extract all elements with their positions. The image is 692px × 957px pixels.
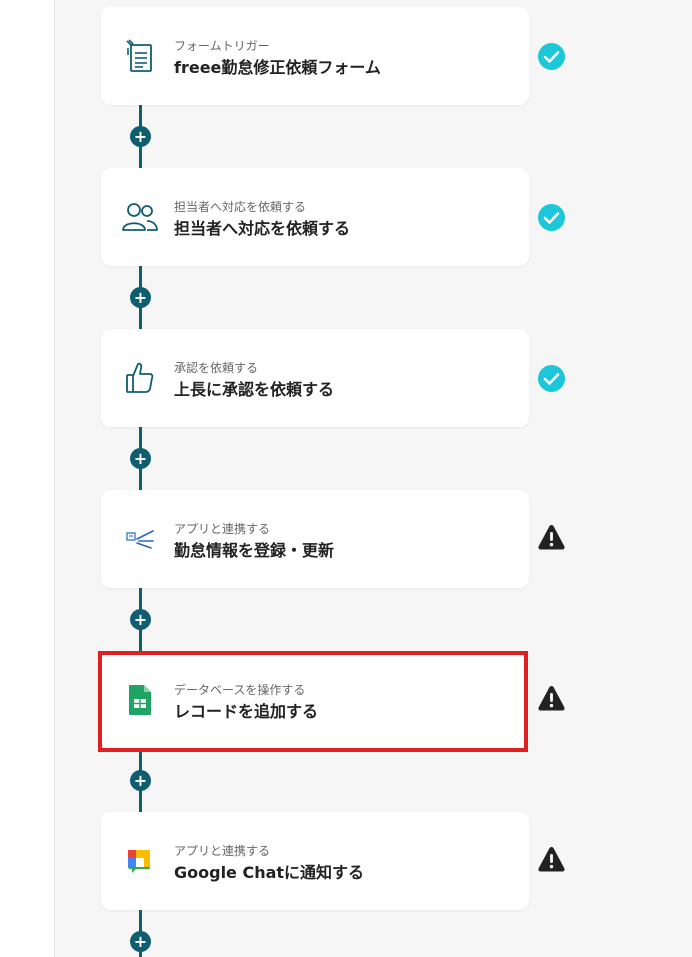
step-card-approval[interactable]: 承認を依頼する 上長に承認を依頼する bbox=[101, 329, 529, 427]
step-title: freee勤怠修正依頼フォーム bbox=[174, 58, 381, 77]
freee-logo-icon bbox=[121, 522, 159, 556]
people-icon bbox=[121, 200, 159, 234]
step-card-assign-request[interactable]: 担当者へ対応を依頼する 担当者へ対応を依頼する bbox=[101, 168, 529, 266]
step-subtitle: 担当者へ対応を依頼する bbox=[174, 200, 307, 214]
step-card-form-trigger[interactable]: フォームトリガー freee勤怠修正依頼フォーム bbox=[101, 7, 529, 105]
left-panel bbox=[0, 0, 55, 957]
warning-icon bbox=[538, 686, 565, 711]
thumbs-up-icon bbox=[121, 361, 159, 395]
add-step-button[interactable]: + bbox=[130, 287, 151, 308]
step-subtitle: 承認を依頼する bbox=[174, 361, 259, 375]
add-step-button[interactable]: + bbox=[130, 126, 151, 147]
step-subtitle: アプリと連携する bbox=[174, 844, 271, 858]
add-step-button[interactable]: + bbox=[130, 448, 151, 469]
step-card-freee-attendance[interactable]: アプリと連携する 勤怠情報を登録・更新 bbox=[101, 490, 529, 588]
highlight-frame bbox=[98, 651, 528, 752]
google-chat-icon bbox=[121, 844, 159, 878]
warning-icon bbox=[538, 847, 565, 872]
add-step-button[interactable]: + bbox=[130, 609, 151, 630]
warning-icon bbox=[538, 525, 565, 550]
step-title: 上長に承認を依頼する bbox=[174, 380, 335, 399]
step-subtitle: アプリと連携する bbox=[174, 522, 271, 536]
step-title: Google Chatに通知する bbox=[174, 863, 365, 882]
step-title: 担当者へ対応を依頼する bbox=[174, 219, 351, 238]
step-title: 勤怠情報を登録・更新 bbox=[174, 541, 335, 560]
form-icon bbox=[121, 39, 159, 73]
add-step-button[interactable]: + bbox=[130, 770, 151, 791]
step-card-google-chat[interactable]: アプリと連携する Google Chatに通知する bbox=[101, 812, 529, 910]
step-subtitle: フォームトリガー bbox=[174, 39, 270, 53]
check-circle-icon bbox=[538, 365, 565, 392]
check-circle-icon bbox=[538, 43, 565, 70]
add-step-button[interactable]: + bbox=[130, 931, 151, 952]
check-circle-icon bbox=[538, 204, 565, 231]
